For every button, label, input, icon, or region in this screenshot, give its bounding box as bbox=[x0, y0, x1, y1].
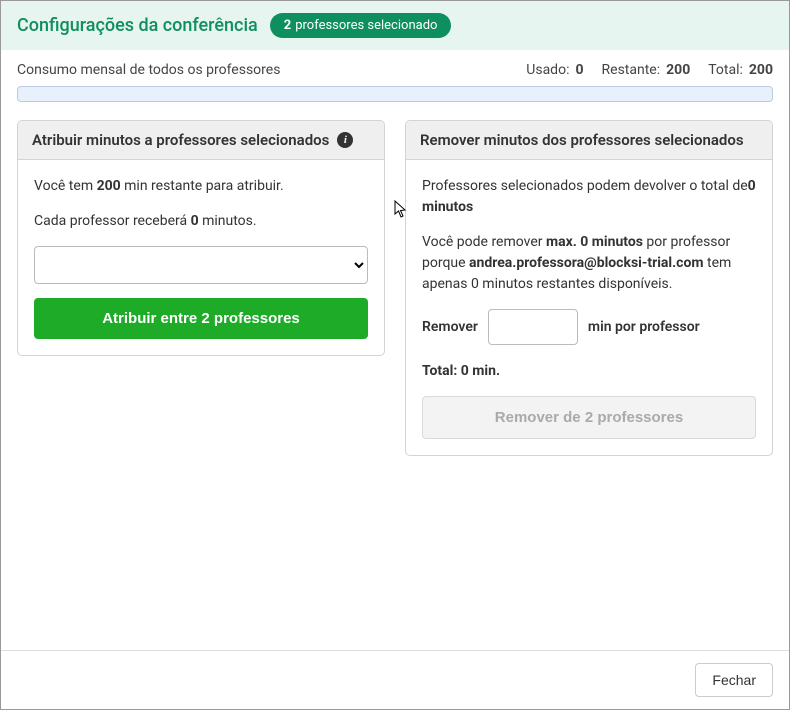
assign-each-text: Cada professor receberá 0 minutos. bbox=[34, 211, 368, 232]
remove-input-row: Remover min por professor bbox=[422, 309, 756, 345]
assign-panel-body: Você tem 200 min restante para atribuir.… bbox=[18, 160, 384, 355]
assign-panel: Atribuir minutos a professores seleciona… bbox=[17, 120, 385, 356]
remove-max-text: Você pode remover max. 0 minutos por pro… bbox=[422, 232, 756, 295]
remove-panel-header: Remover minutos dos professores selecion… bbox=[406, 121, 772, 160]
usage-progress-bar bbox=[17, 86, 773, 102]
modal-footer: Fechar bbox=[1, 650, 789, 709]
usage-remaining: Restante:200 bbox=[602, 62, 691, 78]
usage-label: Consumo mensal de todos os professores bbox=[17, 62, 280, 78]
assign-panel-title: Atribuir minutos a professores seleciona… bbox=[32, 131, 329, 149]
assign-remaining-text: Você tem 200 min restante para atribuir. bbox=[34, 176, 368, 197]
info-icon[interactable]: i bbox=[337, 132, 353, 148]
selection-badge: 2 professores selecionado bbox=[270, 13, 452, 38]
modal-title: Configurações da conferência bbox=[17, 15, 258, 36]
remove-button[interactable]: Remover de 2 professores bbox=[422, 396, 756, 439]
badge-count: 2 bbox=[284, 18, 291, 33]
remove-label-post: min por professor bbox=[588, 319, 700, 335]
close-button[interactable]: Fechar bbox=[695, 663, 773, 697]
remove-minutes-input[interactable] bbox=[488, 309, 578, 345]
badge-text: professores selecionado bbox=[295, 18, 437, 33]
usage-total: Total:200 bbox=[708, 62, 773, 78]
usage-row: Consumo mensal de todos os professores U… bbox=[1, 50, 789, 86]
assign-panel-header: Atribuir minutos a professores seleciona… bbox=[18, 121, 384, 160]
remove-panel-body: Professores selecionados podem devolver … bbox=[406, 160, 772, 455]
panels-container: Atribuir minutos a professores seleciona… bbox=[1, 102, 789, 474]
remove-label-pre: Remover bbox=[422, 319, 478, 335]
remove-panel-title: Remover minutos dos professores selecion… bbox=[420, 131, 744, 149]
remove-panel: Remover minutos dos professores selecion… bbox=[405, 120, 773, 456]
assign-button[interactable]: Atribuir entre 2 professores bbox=[34, 298, 368, 339]
usage-used: Usado:0 bbox=[526, 62, 583, 78]
remove-total-text: Total: 0 min. bbox=[422, 361, 756, 382]
modal-header: Configurações da conferência 2 professor… bbox=[1, 1, 789, 50]
remove-return-text: Professores selecionados podem devolver … bbox=[422, 176, 756, 218]
usage-stats: Usado:0 Restante:200 Total:200 bbox=[526, 62, 773, 78]
minutes-select[interactable] bbox=[34, 246, 368, 284]
